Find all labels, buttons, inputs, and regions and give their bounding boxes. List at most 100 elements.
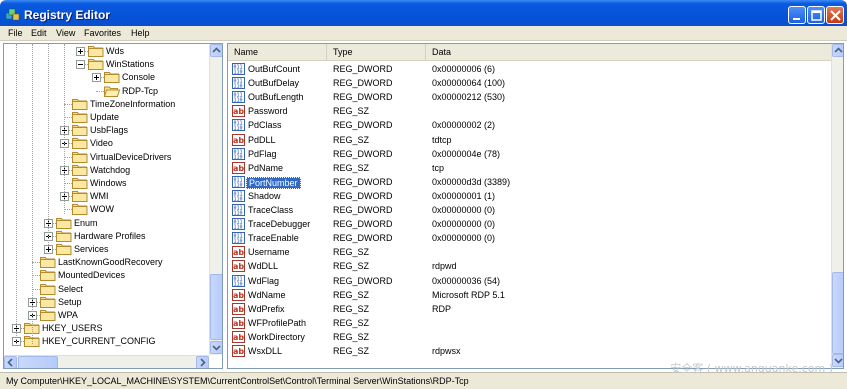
tree-node-usbflags[interactable]: UsbFlags [4,124,209,137]
tree-node-console[interactable]: Console [4,71,209,84]
list-scroll-down-button[interactable] [832,354,843,367]
value-row-tracedebugger[interactable]: 011 110 TraceDebugger REG_DWORD 0x00000000 (… [228,217,831,231]
tree-node-hardware-profiles[interactable]: Hardware Profiles [4,230,209,243]
tree-node-label: Update [90,112,120,122]
value-row-wfprofilepath[interactable]: ab WFProfilePath REG_SZ [228,316,831,330]
tree-node-label: Select [58,283,84,294]
value-name: PdDLL [248,134,276,145]
value-row-pddll[interactable]: ab PdDLL REG_SZ tdtcp [228,133,831,147]
value-row-shadow[interactable]: 011 110 Shadow REG_DWORD 0x00000001 (1) [228,189,831,203]
tree-node-label: WOW [90,204,114,215]
expand-icon[interactable] [76,47,85,56]
minimize-button[interactable] [788,6,806,24]
tree-node-wmi[interactable]: WMI [4,190,209,203]
menu-favorites[interactable]: Favorites [84,28,121,38]
list-scroll-thumb[interactable] [832,272,843,354]
tree-node-virtualdevicedrivers[interactable]: VirtualDeviceDrivers [4,151,209,164]
tree-node-windows[interactable]: Windows [4,177,209,190]
tree-node-label: LastKnownGoodRecovery [58,257,163,268]
value-type: REG_SZ [333,317,370,328]
value-row-wddll[interactable]: ab WdDLL REG_SZ rdpwd [228,259,831,273]
close-button[interactable] [826,6,844,24]
menu-help[interactable]: Help [131,28,150,38]
value-row-wdprefix[interactable]: ab WdPrefix REG_SZ RDP [228,302,831,316]
reg-string-icon: ab [232,246,245,259]
tree-node-update[interactable]: Update [4,111,209,124]
tree-node-wpa[interactable]: WPA [4,309,209,322]
value-row-wdflag[interactable]: 011 110 WdFlag REG_DWORD 0x00000036 (54) [228,274,831,288]
value-row-outbufdelay[interactable]: 011 110 OutBufDelay REG_DWORD 0x00000064 (10… [228,76,831,90]
tree-horizontal-scrollbar[interactable] [4,355,209,368]
tree-node-winstations[interactable]: WinStations [4,58,209,71]
expand-icon[interactable] [92,73,101,83]
tree-scroll-right-button[interactable] [196,356,209,368]
value-row-pdclass[interactable]: 011 110 PdClass REG_DWORD 0x00000002 (2) [228,118,831,132]
value-row-password[interactable]: ab Password REG_SZ [228,104,831,118]
value-data: 0x00000001 (1) [432,190,496,201]
value-name: PdName [248,162,284,173]
tree-node-services[interactable]: Services [4,243,209,256]
menu-file[interactable]: File [8,28,23,38]
value-row-wsxdll[interactable]: ab WsxDLL REG_SZ rdpwsx [228,344,831,358]
tree-node-setup[interactable]: Setup [4,296,209,309]
registry-key-tree[interactable]: Wds WinStations Console RDP-Tcp TimeZoneInfo… [3,43,223,369]
column-header-data[interactable]: Data [426,44,831,61]
list-vertical-scrollbar[interactable] [831,44,843,368]
list-scroll-up-button[interactable] [832,44,843,57]
value-data: 0x00000d3d (3389) [432,176,511,187]
value-data: Microsoft RDP 5.1 [432,289,505,300]
value-row-username[interactable]: ab Username REG_SZ [228,245,831,259]
value-data: tdtcp [432,134,452,145]
tree-node-video[interactable]: Video [4,137,209,150]
menu-edit[interactable]: Edit [31,28,47,38]
tree-node-select[interactable]: Select [4,283,209,296]
collapse-icon[interactable] [76,60,85,70]
value-data: 0x00000006 (6) [432,64,496,74]
tree-node-label: HKEY_USERS [42,323,103,334]
column-header-type[interactable]: Type [327,44,426,61]
value-row-pdflag[interactable]: 011 110 PdFlag REG_DWORD 0x0000004e (78) [228,147,831,161]
value-row-traceclass[interactable]: 011 110 TraceClass REG_DWORD 0x00000000 (0) [228,203,831,217]
value-row-outbufcount[interactable]: 011 110 OutBufCount REG_DWORD 0x00000006 (6) [228,62,831,76]
tree-node-mounteddevices[interactable]: MountedDevices [4,269,209,282]
tree-node-timezoneinformation[interactable]: TimeZoneInformation [4,98,209,111]
value-row-portnumber[interactable]: 011 110 PortNumber REG_DWORD 0x00000d3d (338… [228,175,831,189]
chevron-down-icon [834,358,843,364]
tree-scroll-up-button[interactable] [210,44,222,57]
chevron-down-icon [212,345,221,351]
value-name: OutBufLength [248,92,304,103]
svg-text:ab: ab [233,107,244,116]
value-row-pdname[interactable]: ab PdName REG_SZ tcp [228,161,831,175]
tree-node-wds[interactable]: Wds [4,45,209,58]
folder-icon [104,71,120,84]
tree-vertical-scrollbar[interactable] [209,44,222,355]
tree-hscroll-thumb[interactable] [18,356,58,368]
tree-node-wow[interactable]: WOW [4,203,209,216]
value-type: REG_DWORD [333,176,393,187]
tree-node-rdp-tcp[interactable]: RDP-Tcp [4,85,209,98]
tree-node-enum[interactable]: Enum [4,217,209,230]
folder-icon [72,137,88,150]
value-row-wdname[interactable]: ab WdName REG_SZ Microsoft RDP 5.1 [228,288,831,302]
value-data: 0x00000002 (2) [432,120,496,131]
tree-node-watchdog[interactable]: Watchdog [4,164,209,177]
registry-values-list[interactable]: Name Type Data 011 110 OutBufCount REG_DWOR… [227,43,844,369]
tree-scroll-left-button[interactable] [4,356,17,368]
svg-text:110: 110 [234,281,243,287]
tree-node-hkey-users[interactable]: HKEY_USERS [4,322,209,335]
tree-scroll-down-button[interactable] [210,341,222,354]
maximize-button[interactable] [807,6,825,24]
value-row-workdirectory[interactable]: ab WorkDirectory REG_SZ [228,330,831,344]
svg-text:ab: ab [233,136,244,145]
folder-icon [56,243,72,255]
tree-scroll-thumb[interactable] [210,274,222,340]
value-row-outbuflength[interactable]: 011 110 OutBufLength REG_DWORD 0x00000212 (5… [228,90,831,104]
tree-node-hkey-current-config[interactable]: HKEY_CURRENT_CONFIG [4,335,209,348]
value-row-traceenable[interactable]: 011 110 TraceEnable REG_DWORD 0x00000000 (0) [228,231,831,245]
value-type: REG_SZ [333,303,370,314]
value-name: TraceClass [248,205,294,215]
menu-view[interactable]: View [56,28,75,38]
folder-icon [40,256,56,269]
tree-node-lastknowngoodrecovery[interactable]: LastKnownGoodRecovery [4,256,209,269]
column-header-name[interactable]: Name [228,44,327,61]
